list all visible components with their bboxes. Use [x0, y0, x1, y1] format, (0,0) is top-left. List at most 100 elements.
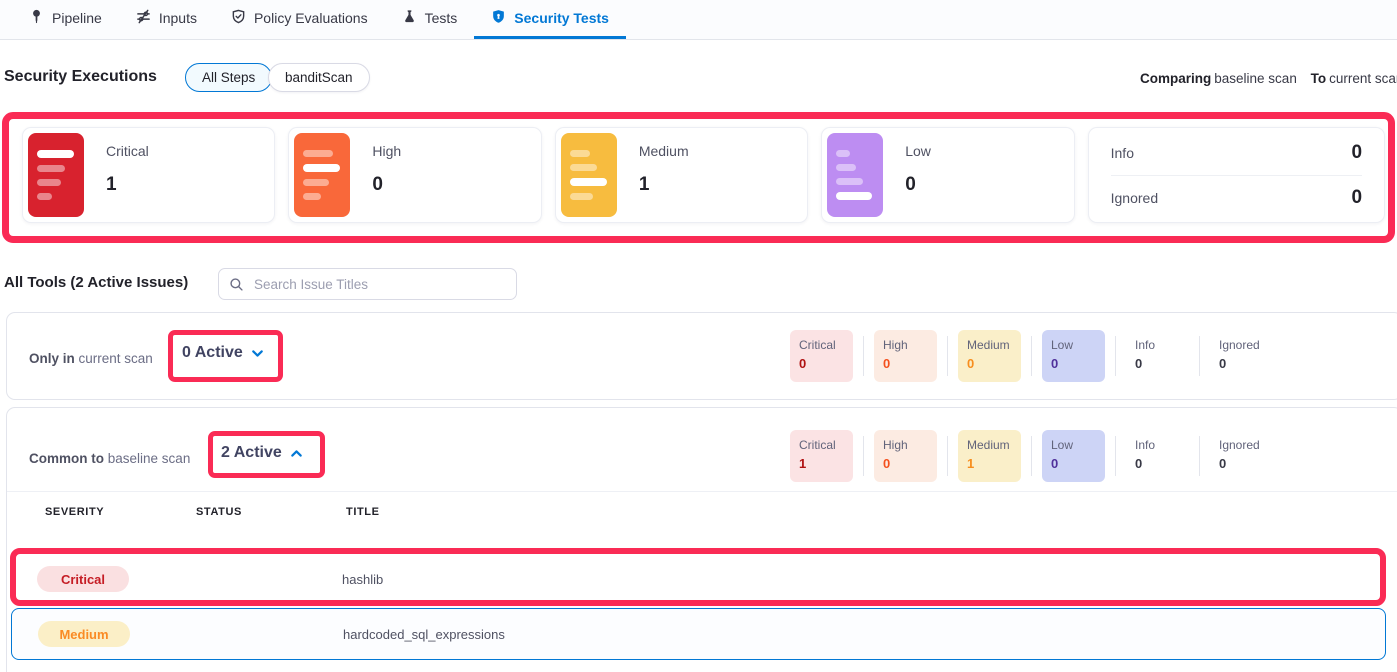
chip-value: 1 [967, 456, 1012, 471]
column-header-status: STATUS [196, 506, 242, 518]
severity-badge: Medium [38, 621, 130, 647]
section-scope: baseline scan [108, 451, 191, 466]
flask-icon [402, 9, 417, 27]
info-chip: Info 0 [1126, 430, 1189, 482]
shield-check-icon [231, 9, 246, 27]
medium-chip: Medium 0 [958, 330, 1021, 382]
filter-banditscan[interactable]: banditScan [268, 63, 370, 92]
section-prefix: Common to [29, 451, 104, 466]
medium-severity-icon [561, 133, 617, 217]
search-box[interactable] [218, 268, 517, 300]
tab-label: Inputs [159, 10, 197, 26]
card-count: 0 [905, 174, 931, 196]
info-chip: Info 0 [1126, 330, 1189, 382]
section-label: Only in current scan [29, 351, 153, 366]
low-summary-card[interactable]: Low 0 [821, 127, 1074, 223]
chip-label: Low [1051, 438, 1096, 452]
pin-icon [29, 9, 44, 27]
severity-chip-row: Critical 1 High 0 Medium 1 Low 0 Info 0 … [790, 430, 1273, 482]
severity-summary-row: Critical 1 High 0 Medium 1 Low 0 Info 0 … [22, 127, 1385, 223]
chip-value: 0 [883, 456, 928, 471]
chevron-down-icon [251, 347, 264, 360]
tab-policy-evaluations[interactable]: Policy Evaluations [214, 0, 385, 39]
tab-security-tests[interactable]: Security Tests [474, 0, 626, 39]
tab-pipeline[interactable]: Pipeline [12, 0, 119, 39]
issue-title: hardcoded_sql_expressions [343, 627, 505, 642]
comparing-to-value: current scan [1329, 71, 1397, 86]
chip-label: Info [1135, 338, 1180, 352]
search-input[interactable] [252, 276, 506, 293]
only-in-current-scan-section: Only in current scan 0 Active Critical 0… [6, 312, 1397, 400]
tab-label: Policy Evaluations [254, 10, 368, 26]
chip-label: Medium [967, 438, 1012, 452]
critical-severity-icon [28, 133, 84, 217]
chip-label: Medium [967, 338, 1012, 352]
chip-label: Ignored [1219, 438, 1264, 452]
section-label: Common to baseline scan [29, 451, 190, 466]
severity-chip-row: Critical 0 High 0 Medium 0 Low 0 Info 0 … [790, 330, 1273, 382]
chip-value: 0 [1135, 456, 1180, 471]
chip-value: 0 [1219, 356, 1264, 371]
chip-label: Critical [799, 338, 844, 352]
low-severity-icon [827, 133, 883, 217]
tab-label: Pipeline [52, 10, 102, 26]
ignored-label: Ignored [1111, 190, 1158, 206]
tab-tests[interactable]: Tests [385, 0, 475, 39]
chip-value: 0 [967, 356, 1012, 371]
filter-all-steps[interactable]: All Steps [185, 63, 272, 92]
filter-label: All Steps [202, 70, 255, 85]
card-count: 0 [372, 174, 401, 196]
comparing-from-value: baseline scan [1214, 71, 1297, 86]
filter-label: banditScan [285, 70, 353, 85]
ignored-chip: Ignored 0 [1210, 430, 1273, 482]
issue-title: hashlib [342, 572, 383, 587]
ignored-row: Ignored 0 [1111, 175, 1362, 220]
chip-label: High [883, 438, 928, 452]
issue-row-hardcoded-sql-expressions[interactable]: Medium hardcoded_sql_expressions [11, 608, 1386, 660]
card-label: Low [905, 143, 931, 159]
chip-label: Ignored [1219, 338, 1264, 352]
issue-row-hashlib[interactable]: Critical hashlib [11, 556, 1386, 602]
active-count-label: 2 Active [221, 444, 282, 462]
page-title: Security Executions [4, 68, 157, 86]
info-ignored-summary-card[interactable]: Info 0 Ignored 0 [1088, 127, 1385, 223]
critical-chip: Critical 0 [790, 330, 853, 382]
section-scope: current scan [79, 351, 153, 366]
low-chip: Low 0 [1042, 330, 1105, 382]
high-severity-icon [294, 133, 350, 217]
active-count-dropdown[interactable]: 2 Active [221, 444, 303, 462]
sliders-icon [136, 9, 151, 27]
tab-label: Security Tests [514, 10, 609, 26]
shield-icon [491, 9, 506, 27]
all-tools-heading: All Tools (2 Active Issues) [4, 274, 188, 291]
tab-label: Tests [425, 10, 458, 26]
tab-inputs[interactable]: Inputs [119, 0, 214, 39]
column-header-title: TITLE [346, 506, 380, 518]
card-label: High [372, 143, 401, 159]
search-icon [229, 277, 244, 292]
chip-label: Low [1051, 338, 1096, 352]
chevron-up-icon [290, 447, 303, 460]
comparing-info: Comparingbaseline scan Tocurrent scan [1140, 71, 1397, 86]
card-count: 1 [639, 174, 689, 196]
top-tab-bar: Pipeline Inputs Policy Evaluations Tests… [0, 0, 1397, 40]
common-to-baseline-section: Common to baseline scan 2 Active Critica… [6, 407, 1397, 672]
medium-summary-card[interactable]: Medium 1 [555, 127, 808, 223]
chip-value: 0 [799, 356, 844, 371]
medium-chip: Medium 1 [958, 430, 1021, 482]
comparing-to-label: To [1311, 71, 1327, 86]
high-chip: High 0 [874, 430, 937, 482]
chip-label: Info [1135, 438, 1180, 452]
column-header-severity: SEVERITY [45, 506, 104, 518]
chip-value: 0 [1219, 456, 1264, 471]
card-label: Critical [106, 143, 149, 159]
active-count-dropdown[interactable]: 0 Active [182, 344, 264, 362]
chip-value: 0 [883, 356, 928, 371]
chip-value: 0 [1051, 356, 1096, 371]
card-count: 1 [106, 174, 149, 196]
critical-summary-card[interactable]: Critical 1 [22, 127, 275, 223]
high-summary-card[interactable]: High 0 [288, 127, 541, 223]
high-chip: High 0 [874, 330, 937, 382]
section-prefix: Only in [29, 351, 75, 366]
ignored-chip: Ignored 0 [1210, 330, 1273, 382]
